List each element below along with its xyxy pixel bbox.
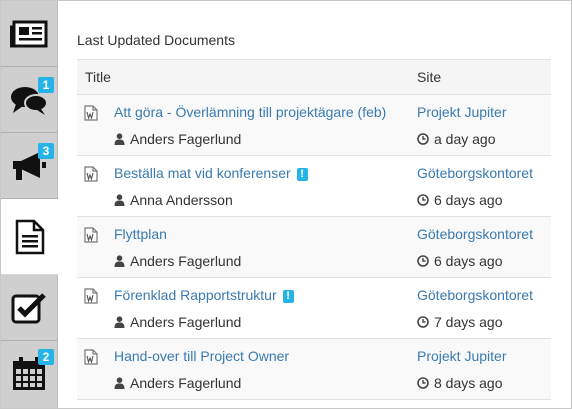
column-header-title[interactable]: Title bbox=[85, 69, 111, 85]
clock-icon bbox=[417, 255, 429, 267]
announcements-badge: 3 bbox=[38, 143, 54, 159]
document-title-text: Flyttplan bbox=[114, 226, 167, 242]
clock-icon bbox=[417, 133, 429, 145]
table-row: Hand-over till Project Owner Anders Fage… bbox=[77, 339, 551, 400]
clock-icon bbox=[417, 377, 429, 389]
warning-icon: ! bbox=[296, 168, 308, 181]
author-name: Anders Fagerlund bbox=[130, 253, 242, 269]
documents-table: Title Site Att göra - Överlämning till p… bbox=[77, 59, 551, 400]
discussions-badge: 1 bbox=[38, 77, 54, 93]
author-name: Anders Fagerlund bbox=[130, 131, 242, 147]
document-title-link[interactable]: Hand-over till Project Owner bbox=[114, 348, 289, 364]
table-row: Flyttplan Anders Fagerlund Göteborgskont… bbox=[77, 217, 551, 278]
document-title-link[interactable]: Förenklad Rapportstruktur! bbox=[114, 287, 294, 303]
table-row: Att göra - Överlämning till projektägare… bbox=[77, 95, 551, 156]
document-icon bbox=[15, 219, 44, 254]
word-document-icon bbox=[84, 227, 98, 243]
site-link[interactable]: Göteborgskontoret bbox=[417, 287, 533, 303]
document-author: Anders Fagerlund bbox=[114, 314, 241, 330]
document-title-text: Att göra - Överlämning till projektägare… bbox=[114, 104, 387, 120]
site-link[interactable]: Projekt Jupiter bbox=[417, 348, 506, 364]
site-link[interactable]: Göteborgskontoret bbox=[417, 226, 533, 242]
main-content: Last Updated Documents Title Site Att gö… bbox=[58, 1, 571, 408]
sidebar-item-calendar[interactable]: 2 bbox=[1, 341, 57, 407]
word-document-icon bbox=[84, 105, 98, 121]
user-icon bbox=[114, 255, 125, 267]
updated-time-text: 6 days ago bbox=[434, 192, 503, 208]
author-name: Anders Fagerlund bbox=[130, 375, 242, 391]
sidebar-item-announcements[interactable]: 3 bbox=[1, 133, 57, 199]
sidebar-item-news[interactable] bbox=[1, 1, 57, 67]
sidebar-item-documents[interactable] bbox=[1, 199, 58, 275]
calendar-badge: 2 bbox=[38, 349, 54, 365]
word-document-icon bbox=[84, 166, 98, 182]
user-icon bbox=[114, 194, 125, 206]
document-title-text: Hand-over till Project Owner bbox=[114, 348, 290, 364]
user-icon bbox=[114, 377, 125, 389]
document-title-link[interactable]: Beställa mat vid konferenser! bbox=[114, 165, 308, 181]
updated-time-text: a day ago bbox=[434, 131, 496, 147]
checkbox-icon bbox=[11, 292, 46, 323]
user-icon bbox=[114, 316, 125, 328]
author-name: Anna Andersson bbox=[130, 192, 233, 208]
updated-time: 7 days ago bbox=[417, 314, 503, 330]
document-author: Anders Fagerlund bbox=[114, 375, 241, 391]
page-title: Last Updated Documents bbox=[77, 32, 235, 48]
word-document-icon bbox=[84, 349, 98, 365]
sidebar-item-tasks[interactable] bbox=[1, 275, 57, 341]
newspaper-icon bbox=[10, 20, 48, 47]
site-link[interactable]: Göteborgskontoret bbox=[417, 165, 533, 181]
sidebar-item-discussions[interactable]: 1 bbox=[1, 67, 57, 133]
app-window: 1 3 2 Last Updated Documents Title Site … bbox=[0, 0, 572, 409]
table-header: Title Site bbox=[77, 59, 551, 95]
sidebar: 1 3 2 bbox=[1, 1, 58, 408]
updated-time-text: 6 days ago bbox=[434, 253, 503, 269]
clock-icon bbox=[417, 316, 429, 328]
updated-time: a day ago bbox=[417, 131, 496, 147]
word-document-icon bbox=[84, 288, 98, 304]
updated-time-text: 7 days ago bbox=[434, 314, 503, 330]
table-row: Beställa mat vid konferenser! Anna Ander… bbox=[77, 156, 551, 217]
document-author: Anders Fagerlund bbox=[114, 131, 241, 147]
document-author: Anders Fagerlund bbox=[114, 253, 241, 269]
author-name: Anders Fagerlund bbox=[130, 314, 242, 330]
updated-time: 8 days ago bbox=[417, 375, 503, 391]
document-title-text: Beställa mat vid konferenser bbox=[114, 165, 291, 181]
document-author: Anna Andersson bbox=[114, 192, 233, 208]
updated-time: 6 days ago bbox=[417, 192, 503, 208]
site-link[interactable]: Projekt Jupiter bbox=[417, 104, 506, 120]
document-title-text: Förenklad Rapportstruktur bbox=[114, 287, 277, 303]
document-title-link[interactable]: Att göra - Överlämning till projektägare… bbox=[114, 104, 386, 120]
clock-icon bbox=[417, 194, 429, 206]
document-title-link[interactable]: Flyttplan bbox=[114, 226, 167, 242]
warning-icon: ! bbox=[282, 290, 294, 303]
table-body: Att göra - Överlämning till projektägare… bbox=[77, 95, 551, 400]
user-icon bbox=[114, 133, 125, 145]
table-row: Förenklad Rapportstruktur! Anders Fagerl… bbox=[77, 278, 551, 339]
updated-time-text: 8 days ago bbox=[434, 375, 503, 391]
updated-time: 6 days ago bbox=[417, 253, 503, 269]
column-header-site[interactable]: Site bbox=[417, 69, 441, 85]
